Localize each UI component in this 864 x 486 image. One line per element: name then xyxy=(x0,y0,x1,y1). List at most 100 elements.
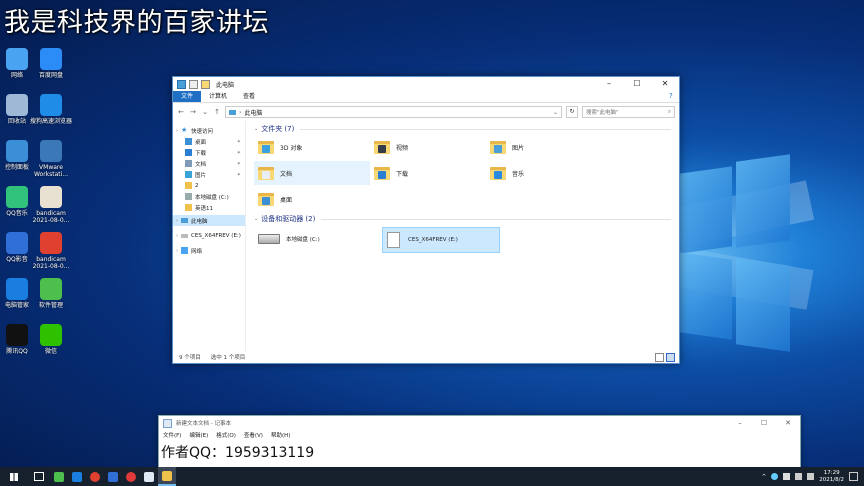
pin-icon[interactable]: ✦ xyxy=(237,139,241,145)
taskbar-button[interactable] xyxy=(68,467,86,486)
nav-item[interactable]: 文档 ✦ xyxy=(173,158,245,169)
drive-icon xyxy=(185,193,192,200)
nav-item[interactable]: 图片 ✦ xyxy=(173,169,245,180)
up-arrow-icon[interactable]: ↑ xyxy=(213,108,221,116)
nav-network[interactable]: › 网络 xyxy=(173,245,245,256)
desktop-shortcut[interactable]: bandicam 2021-08-0... xyxy=(29,186,73,224)
explorer-titlebar[interactable]: 此电脑 – ☐ ✕ xyxy=(173,77,679,91)
music-icon xyxy=(490,166,506,180)
menu-format[interactable]: 格式(O) xyxy=(216,431,236,439)
recent-locations-chevron-icon[interactable]: ⌄ xyxy=(201,108,209,116)
security-icon[interactable] xyxy=(783,473,791,480)
taskbar-button[interactable] xyxy=(158,467,176,486)
back-arrow-icon[interactable]: ← xyxy=(177,108,185,116)
nav-item[interactable]: 下载 ✦ xyxy=(173,147,245,158)
nav-quick-access[interactable]: › ★ 快速访问 xyxy=(173,125,245,136)
drive-c[interactable]: 本地磁盘 (C:) xyxy=(254,227,370,251)
nav-item[interactable]: 桌面 ✦ xyxy=(173,136,245,147)
menu-edit[interactable]: 编辑(E) xyxy=(189,431,208,439)
notepad-titlebar[interactable]: 新建文本文档 - 记事本 – ☐ ✕ xyxy=(159,416,800,430)
taskbar-button[interactable] xyxy=(104,467,122,486)
wechat-icon xyxy=(40,324,62,346)
nav-this-pc[interactable]: › 此电脑 xyxy=(173,215,245,226)
properties-icon[interactable] xyxy=(189,79,198,89)
folder-tile[interactable]: 音乐 xyxy=(486,161,602,185)
pictures-icon xyxy=(185,171,192,178)
menu-file[interactable]: 文件(F) xyxy=(163,431,181,439)
tab-view[interactable]: 查看 xyxy=(235,91,263,102)
folder-tile[interactable]: 文档 xyxy=(254,161,370,185)
desktop-shortcut-label: bandicam 2021-08-0... xyxy=(32,256,70,270)
folder-tile[interactable]: 图片 xyxy=(486,135,602,159)
folder-tile[interactable]: 下载 xyxy=(370,161,486,185)
bandicam-icon xyxy=(90,471,100,482)
new-folder-icon[interactable] xyxy=(201,79,210,89)
nav-dvd-drive[interactable]: › CES_X64FREV (E:) xyxy=(173,230,245,241)
taskbar-button[interactable] xyxy=(122,467,140,486)
maximize-button[interactable]: ☐ xyxy=(752,419,776,427)
close-button[interactable]: ✕ xyxy=(651,77,679,91)
desktop-shortcut-label: 搜狗高速浏览器 xyxy=(29,118,72,125)
nav-item[interactable]: 本地磁盘 (C:) xyxy=(173,191,245,202)
desktop-shortcut[interactable]: 微信 xyxy=(29,324,73,355)
desktop-shortcut[interactable]: bandicam 2021-08-0... xyxy=(29,232,73,270)
pin-icon[interactable]: ✦ xyxy=(237,161,241,167)
minimize-button[interactable]: – xyxy=(728,419,752,427)
forward-arrow-icon[interactable]: → xyxy=(189,108,197,116)
video-overlay-title: 我是科技界的百家讲坛 xyxy=(4,8,270,38)
search-placeholder: 搜索"此电脑" xyxy=(586,110,619,116)
taskbar-button[interactable] xyxy=(140,467,158,486)
pin-icon[interactable]: ✦ xyxy=(237,150,241,156)
notepad-text-area[interactable]: 作者QQ：1959313119 xyxy=(159,439,800,465)
help-icon[interactable]: ? xyxy=(669,91,679,102)
search-input[interactable]: 搜索"此电脑" ⌕ xyxy=(582,106,675,118)
desktop-shortcut[interactable]: 百度网盘 xyxy=(29,48,73,79)
nav-item[interactable]: 2 xyxy=(173,180,245,191)
folder-label: 3D 对象 xyxy=(280,144,303,152)
large-icons-view-icon[interactable] xyxy=(666,352,675,362)
file-explorer-window[interactable]: 此电脑 – ☐ ✕ 文件 计算机 查看 ? ← → ⌄ ↑ › 此电脑 ⌄ ↻ … xyxy=(172,76,680,364)
maximize-button[interactable]: ☐ xyxy=(623,77,651,91)
menu-view[interactable]: 查看(V) xyxy=(244,431,263,439)
nav-item-label: 文档 xyxy=(195,161,207,168)
address-bar[interactable]: › 此电脑 ⌄ xyxy=(225,106,562,118)
breadcrumb-this-pc[interactable]: 此电脑 xyxy=(244,108,262,117)
volume-icon[interactable] xyxy=(807,473,815,480)
desktop-shortcut[interactable]: 搜狗高速浏览器 xyxy=(29,94,73,125)
taskbar-button[interactable] xyxy=(86,467,104,486)
folder-tile[interactable]: 桌面 xyxy=(254,187,370,211)
bluetooth-icon[interactable] xyxy=(771,473,779,480)
taskbar-button[interactable] xyxy=(50,467,68,486)
address-dropdown-chevron-icon[interactable]: ⌄ xyxy=(553,109,558,116)
navigation-pane: › ★ 快速访问 桌面 ✦ 下载 ✦ 文档 ✦ 图片 ✦ 2 本地磁盘 (C:) 英语11 › 此电… xyxy=(173,121,246,351)
nav-item-label: 2 xyxy=(195,182,199,189)
folder-tile[interactable]: 3D 对象 xyxy=(254,135,370,159)
taskbar-button[interactable] xyxy=(28,467,50,486)
taskbar-button[interactable] xyxy=(0,467,28,486)
details-view-icon[interactable] xyxy=(655,352,664,362)
nav-item[interactable]: 英语11 xyxy=(173,202,245,213)
desktop-shortcut-label: bandicam 2021-08-0... xyxy=(32,210,70,224)
quick-access-toolbar xyxy=(177,79,210,89)
folder-tile[interactable]: 视频 xyxy=(370,135,486,159)
minimize-button[interactable]: – xyxy=(595,77,623,91)
refresh-icon[interactable]: ↻ xyxy=(566,106,578,118)
recycle-bin-icon xyxy=(6,94,28,116)
desktop-shortcut[interactable]: 软件管理 xyxy=(29,278,73,309)
network-status-icon[interactable] xyxy=(795,473,803,480)
close-button[interactable]: ✕ xyxy=(776,419,800,427)
drives-group-header[interactable]: ⌄ 设备和驱动器 (2) xyxy=(254,213,671,225)
tab-computer[interactable]: 计算机 xyxy=(201,91,235,102)
file-list-pane: ⌄ 文件夹 (7) 3D 对象 视频 图片文档 下载 音乐桌面 ⌄ 设备和驱动器 (2)… xyxy=(246,121,679,351)
folders-group-header[interactable]: ⌄ 文件夹 (7) xyxy=(254,123,671,135)
notepad-window[interactable]: 新建文本文档 - 记事本 – ☐ ✕ 文件(F) 编辑(E) 格式(O) 查看(… xyxy=(158,415,801,472)
show-hidden-icons-chevron-icon[interactable]: ^ xyxy=(762,474,767,480)
menu-help[interactable]: 帮助(H) xyxy=(271,431,290,439)
desktop-shortcut[interactable]: VMware Workstati... xyxy=(29,140,73,178)
drive-e[interactable]: CES_X64FREV (E:) xyxy=(382,227,500,253)
notification-center-icon[interactable] xyxy=(849,472,858,481)
tab-file[interactable]: 文件 xyxy=(173,91,202,102)
pin-icon[interactable]: ✦ xyxy=(237,172,241,178)
nav-item-label: 本地磁盘 (C:) xyxy=(195,194,229,201)
taskbar-clock[interactable]: 17:29 2021/8/2 xyxy=(819,470,844,484)
